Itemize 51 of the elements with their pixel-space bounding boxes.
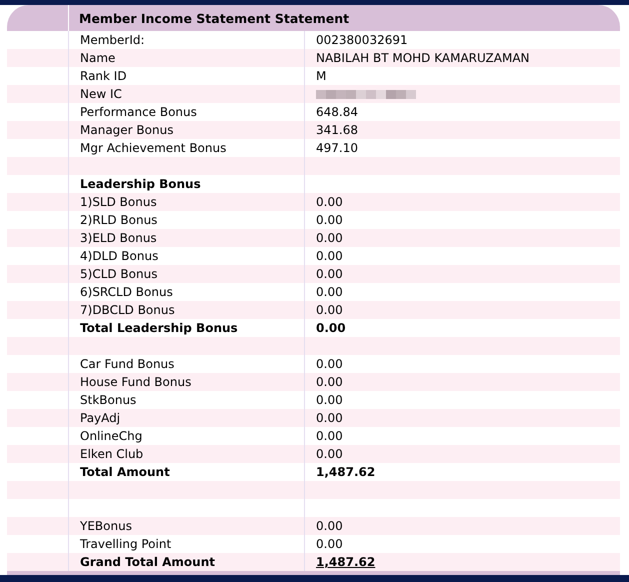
row-value: 497.10: [315, 141, 358, 155]
row-value: 0.00: [315, 195, 343, 209]
total-label: Total Amount: [79, 465, 170, 479]
row-value: 0.00: [315, 393, 343, 407]
row-value: 0.00: [315, 447, 343, 461]
row-label: 2)RLD Bonus: [79, 213, 158, 227]
section-heading: Leadership Bonus: [79, 177, 201, 191]
statement-title: Member Income Statement Statement: [79, 10, 350, 26]
row-label: Travelling Point: [79, 537, 172, 551]
row-value: 002380032691: [315, 33, 408, 47]
row-value: 0.00: [315, 285, 343, 299]
row-label: Mgr Achievement Bonus: [79, 141, 226, 155]
row-label: StkBonus: [79, 393, 136, 407]
row-label: 7)DBCLD Bonus: [79, 303, 175, 317]
row-value: 0.00: [315, 267, 343, 281]
row-label: Name: [79, 51, 116, 65]
row-value: 0.00: [315, 429, 343, 443]
row-label: Manager Bonus: [79, 123, 174, 137]
row-label: 6)SRCLD Bonus: [79, 285, 173, 299]
row-label: 1)SLD Bonus: [79, 195, 157, 209]
row-value: 0.00: [315, 537, 343, 551]
row-label: 4)DLD Bonus: [79, 249, 158, 263]
row-value: 0.00: [315, 249, 343, 263]
row-value: 0.00: [315, 411, 343, 425]
row-label: Car Fund Bonus: [79, 357, 174, 371]
row-label: 3)ELD Bonus: [79, 231, 157, 245]
row-value: 0.00: [315, 303, 343, 317]
total-label: Total Leadership Bonus: [79, 321, 238, 335]
row-label: 5)CLD Bonus: [79, 267, 158, 281]
row-value: 0.00: [315, 519, 343, 533]
row-value: 0.00: [315, 213, 343, 227]
row-label: MemberId:: [79, 33, 145, 47]
total-value: 1,487.62: [315, 465, 376, 479]
row-label: YEBonus: [79, 519, 132, 533]
row-label: PayAdj: [79, 411, 120, 425]
row-label: Rank ID: [79, 69, 127, 83]
grand-total-label: Grand Total Amount: [79, 555, 215, 569]
row-value: 0.00: [315, 357, 343, 371]
row-label: OnlineChg: [79, 429, 142, 443]
row-value: 648.84: [315, 105, 358, 119]
row-label: House Fund Bonus: [79, 375, 192, 389]
total-value: 0.00: [315, 321, 346, 335]
row-value: 341.68: [315, 123, 358, 137]
row-value: 0.00: [315, 231, 343, 245]
row-value: M: [315, 69, 326, 83]
row-value: 0.00: [315, 375, 343, 389]
row-label: Performance Bonus: [79, 105, 197, 119]
row-value: NABILAH BT MOHD KAMARUZAMAN: [315, 51, 530, 65]
grand-total-value: 1,487.62: [315, 555, 376, 569]
row-label: Elken Club: [79, 447, 144, 461]
row-label: New IC: [79, 87, 122, 101]
